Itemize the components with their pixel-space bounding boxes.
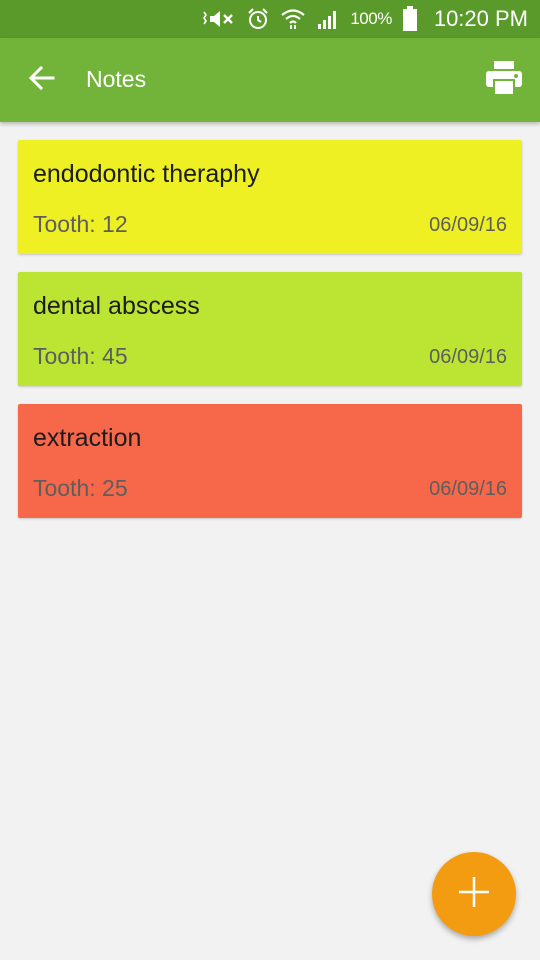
arrow-back-icon [28, 64, 56, 97]
page-title: Notes [86, 66, 147, 92]
print-icon [485, 60, 523, 101]
note-title: extraction [33, 424, 142, 452]
note-date: 06/09/16 [429, 346, 507, 368]
mute-icon [202, 7, 236, 31]
note-date: 06/09/16 [429, 478, 507, 500]
note-title: dental abscess [33, 292, 200, 320]
status-bar: 100% 10:20 PM [0, 0, 540, 38]
wifi-icon [280, 7, 306, 31]
clock: 10:20 PM [433, 6, 528, 31]
note-card[interactable]: extraction Tooth: 25 06/09/16 [18, 404, 522, 518]
add-icon [457, 875, 491, 914]
add-note-button[interactable] [432, 852, 516, 936]
app-bar: Notes [0, 38, 540, 122]
note-date: 06/09/16 [429, 214, 507, 236]
note-card[interactable]: dental abscess Tooth: 45 06/09/16 [18, 272, 522, 386]
battery-percent: 100% [350, 9, 392, 28]
alarm-icon [246, 7, 270, 31]
back-button[interactable] [24, 62, 60, 98]
note-tooth: Tooth: 12 [33, 211, 128, 237]
note-card[interactable]: endodontic theraphy Tooth: 12 06/09/16 [18, 140, 522, 254]
battery-icon [402, 6, 418, 32]
status-icons: 100% 10:20 PM [202, 0, 528, 38]
note-tooth: Tooth: 45 [33, 343, 128, 369]
note-tooth: Tooth: 25 [33, 475, 128, 501]
print-button[interactable] [484, 60, 524, 100]
signal-icon [316, 7, 340, 31]
note-title: endodontic theraphy [33, 160, 260, 188]
